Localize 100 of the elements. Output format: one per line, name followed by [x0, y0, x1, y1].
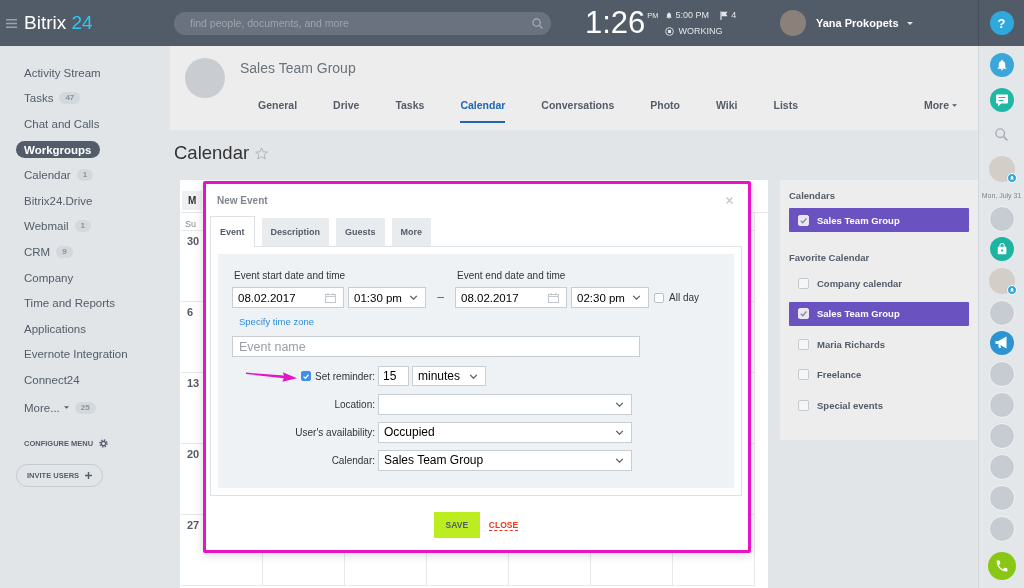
calendar-item[interactable]: Special events	[789, 393, 969, 417]
group-tab[interactable]: Wiki	[716, 96, 738, 123]
user-avatar[interactable]	[988, 360, 1015, 387]
user-name[interactable]: Yana Prokopets	[816, 17, 899, 29]
event-name-field[interactable]: Event name	[232, 336, 640, 357]
calendar-item[interactable]: Freelance	[789, 362, 969, 387]
time-select[interactable]: 01:30 pm	[348, 287, 426, 308]
flag-count[interactable]: 4	[731, 9, 737, 21]
group-tab[interactable]: Calendar	[460, 96, 506, 123]
group-tab[interactable]: Photo	[650, 96, 680, 123]
field-label: Event end date and time	[457, 270, 566, 282]
settings-icon[interactable]	[99, 438, 109, 448]
alarm-time[interactable]: 5:00 PM	[675, 9, 710, 21]
sidebar-item[interactable]: Applications	[16, 320, 94, 338]
chat-icon[interactable]	[989, 88, 1014, 112]
clock-time: 1:26	[585, 7, 646, 39]
checkbox[interactable]	[798, 338, 809, 350]
user-avatar[interactable]	[780, 10, 806, 36]
group-tab[interactable]: Tasks	[395, 96, 425, 123]
field-label: Set reminder:	[314, 370, 375, 382]
dialog-tab[interactable]: Description	[261, 218, 330, 246]
user-avatar[interactable]	[988, 300, 1015, 326]
day-number: 27	[187, 519, 200, 531]
user-avatar[interactable]	[988, 422, 1015, 449]
view-tab[interactable]: M	[182, 191, 203, 210]
work-status[interactable]: WORKING	[678, 25, 723, 37]
phone-icon[interactable]	[987, 552, 1016, 580]
search-icon[interactable]	[995, 127, 1008, 141]
user-avatar[interactable]	[988, 515, 1015, 542]
star-icon[interactable]	[255, 146, 269, 160]
sidebar-item[interactable]: More... 25	[16, 399, 104, 416]
user-avatar[interactable]	[988, 484, 1015, 511]
calendar-item[interactable]: Sales Team Group	[789, 301, 969, 326]
weekday-label: Su	[184, 218, 196, 231]
chevron-down-icon	[632, 295, 641, 300]
close-link[interactable]: CLOSE	[488, 519, 519, 531]
group-avatar[interactable]	[185, 58, 225, 98]
group-avatar[interactable]	[988, 268, 1015, 294]
dialog-tab[interactable]: Event	[210, 216, 255, 247]
reminder-amount-field[interactable]: 15	[378, 366, 409, 386]
checkbox[interactable]	[798, 277, 809, 289]
group-tab[interactable]: General	[258, 96, 298, 123]
calendar-item[interactable]: Sales Team Group	[789, 208, 969, 232]
sidebar-item[interactable]: Bitrix24.Drive	[16, 192, 101, 210]
date-field[interactable]: 08.02.2017	[455, 287, 567, 308]
field-label: User's availability:	[295, 426, 375, 438]
search-icon[interactable]	[532, 17, 543, 29]
logo[interactable]: Bitrix 24	[24, 12, 93, 34]
group-tab[interactable]: Drive	[333, 96, 360, 123]
sidebar-item[interactable]: Time and Reports	[16, 294, 123, 312]
lock-icon[interactable]	[989, 237, 1014, 261]
close-icon[interactable]	[726, 196, 733, 204]
menu-icon[interactable]	[6, 18, 17, 28]
calendar-item[interactable]: Company calendar	[789, 271, 969, 295]
checkbox[interactable]	[654, 292, 664, 303]
group-avatar[interactable]	[988, 156, 1015, 182]
time-zone-link[interactable]: Specify time zone	[239, 316, 314, 328]
group-tab[interactable]: More	[923, 96, 957, 123]
calendar-icon[interactable]	[325, 292, 336, 303]
day-number: 30	[187, 235, 200, 247]
caret-icon[interactable]	[906, 21, 913, 25]
sidebar-item[interactable]: Webmail 1	[16, 217, 99, 235]
dialog-tab[interactable]: More	[391, 218, 432, 246]
time-select[interactable]: 02:30 pm	[571, 287, 649, 308]
group-tab[interactable]: Conversations	[541, 96, 615, 123]
chevron-down-icon	[469, 373, 478, 379]
status-badge-icon	[1006, 285, 1017, 295]
group-tab[interactable]: Lists	[773, 96, 798, 123]
dropdown-field[interactable]: Sales Team Group	[378, 449, 632, 471]
chevron-down-icon	[409, 295, 418, 300]
sidebar-item[interactable]: Company	[16, 269, 82, 287]
sidebar-item[interactable]: Evernote Integration	[16, 345, 136, 363]
field-label: Calendar:	[331, 454, 375, 466]
sidebar-item[interactable]: Connect24	[16, 371, 88, 389]
calendar-icon[interactable]	[548, 292, 559, 303]
sidebar-item[interactable]: Activity Stream	[16, 64, 109, 82]
dialog-title: New Event	[217, 194, 268, 206]
megaphone-icon[interactable]	[989, 331, 1014, 355]
checkbox[interactable]	[798, 369, 809, 380]
dropdown-field[interactable]: Occupied	[378, 421, 632, 443]
save-button[interactable]: SAVE	[433, 512, 480, 538]
chevron-down-icon	[615, 401, 624, 407]
calendar-item[interactable]: Maria Richards	[789, 332, 969, 356]
sidebar-item[interactable]: CRM 9	[16, 243, 81, 261]
sidebar-item[interactable]: Chat and Calls	[16, 115, 108, 133]
dialog-tab[interactable]: Guests	[336, 218, 385, 246]
checkbox[interactable]	[798, 399, 809, 411]
arrow-icon	[245, 370, 297, 382]
sidebar-item[interactable]: Calendar 1	[16, 166, 102, 184]
user-avatar[interactable]	[988, 453, 1015, 480]
unit-select[interactable]: minutes	[412, 366, 486, 386]
sidebar-item[interactable]: Workgroups	[16, 141, 100, 159]
bell-icon[interactable]	[989, 53, 1014, 77]
sidebar-item[interactable]: Tasks 47	[16, 89, 89, 107]
date-field[interactable]: 08.02.2017	[232, 287, 344, 308]
checkbox[interactable]	[300, 371, 311, 381]
section-heading: Favorite Calendar	[789, 252, 870, 264]
user-avatar[interactable]	[988, 206, 1015, 232]
user-avatar[interactable]	[988, 391, 1015, 418]
dropdown-field[interactable]	[378, 393, 632, 415]
